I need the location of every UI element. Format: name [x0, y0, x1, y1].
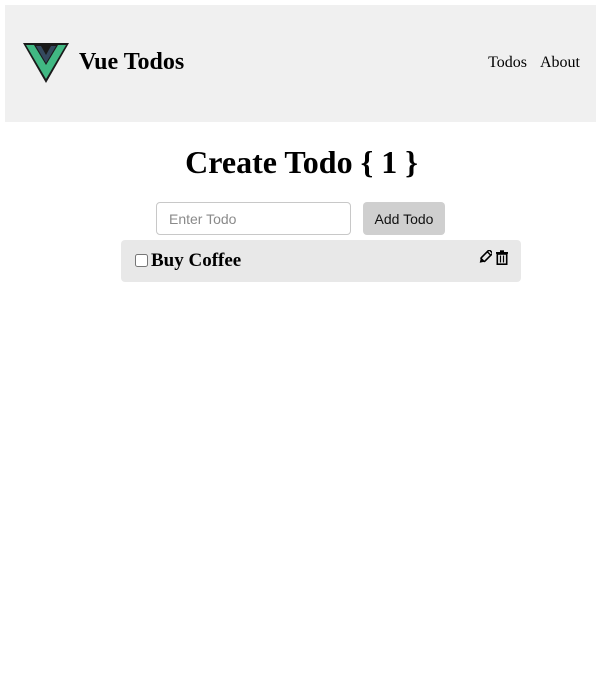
nav-link-todos[interactable]: Todos: [488, 54, 527, 72]
app-root: Vue Todos Todos About Create Todo { 1 } …: [0, 0, 603, 686]
brand: Vue Todos: [22, 41, 184, 85]
todo-list: Buy Coffee: [121, 240, 521, 282]
todo-text: Buy Coffee: [151, 250, 242, 271]
todo-actions: [478, 250, 509, 265]
brand-title: Vue Todos: [79, 49, 185, 75]
site-header: Vue Todos Todos About: [5, 5, 596, 122]
nav-link-about[interactable]: About: [540, 54, 580, 72]
todo-item: Buy Coffee: [121, 240, 521, 282]
pencil-icon[interactable]: [478, 250, 492, 265]
main-nav: Todos About: [488, 54, 580, 72]
vue-logo-icon: [23, 43, 69, 83]
trash-icon[interactable]: [495, 250, 509, 265]
page-title: Create Todo { 1 }: [185, 144, 418, 180]
todo-input[interactable]: [156, 202, 351, 235]
todo-checkbox[interactable]: [135, 254, 148, 267]
add-todo-button[interactable]: Add Todo: [363, 202, 445, 235]
